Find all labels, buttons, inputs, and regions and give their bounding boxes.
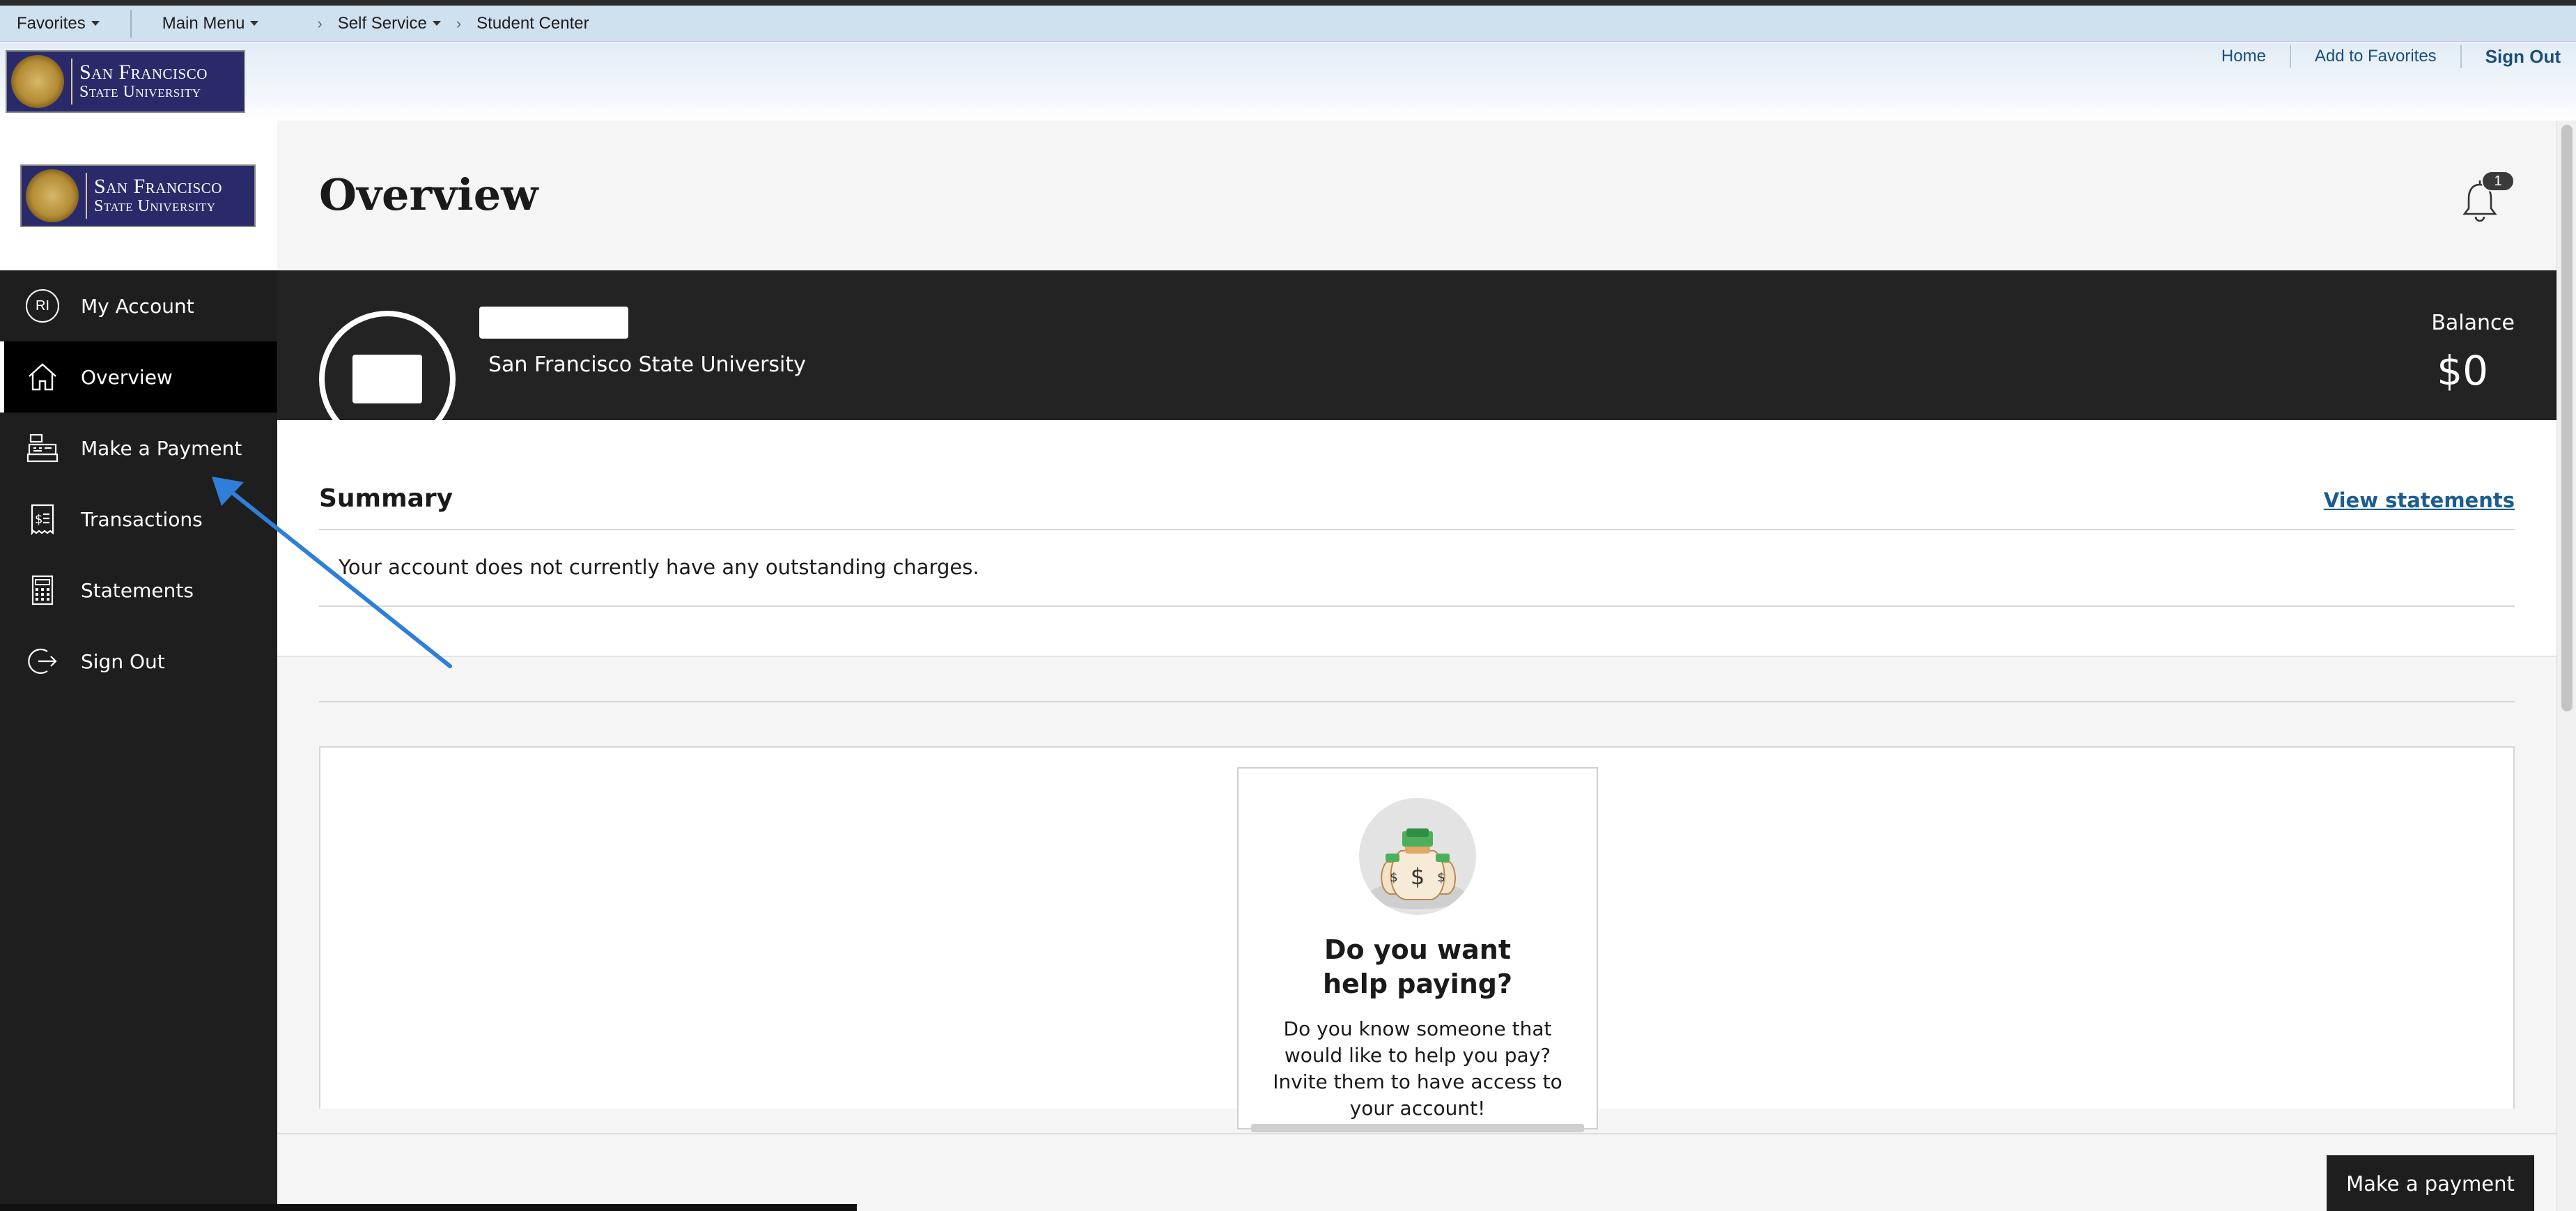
- logo-line-2: State University: [79, 83, 201, 102]
- logo-line-2: State University: [94, 197, 216, 216]
- svg-text:$: $: [1411, 863, 1425, 890]
- make-a-payment-button[interactable]: Make a payment: [2327, 1155, 2534, 1211]
- header-links: Home Add to Favorites Sign Out: [2198, 45, 2562, 68]
- notifications-button[interactable]: 1: [2459, 171, 2515, 226]
- sidebar-item-label: Sign Out: [81, 649, 165, 673]
- chevron-down-icon: [91, 21, 100, 26]
- redacted-account-name: [479, 307, 628, 339]
- institution-name: San Francisco State University: [488, 353, 806, 377]
- sidebar-university-logo: San Francisco State University: [20, 164, 256, 227]
- help-paying-card: $ $ $ Do you want help paying? Do you kn…: [1237, 767, 1598, 1132]
- summary-message: Your account does not currently have any…: [339, 555, 979, 579]
- sidebar-item-label: Transactions: [81, 507, 203, 531]
- help-title-line-2: help paying?: [1322, 968, 1513, 999]
- svg-text:$: $: [1437, 870, 1445, 885]
- nav-divider: [130, 9, 132, 38]
- notification-count-badge: 1: [2481, 171, 2515, 192]
- vertical-scrollbar[interactable]: [2556, 121, 2576, 1211]
- divider: [319, 529, 2515, 530]
- sign-out-link[interactable]: Sign Out: [2462, 45, 2562, 68]
- breadcrumb-label: Student Center: [476, 13, 589, 33]
- breadcrumb-student-center[interactable]: Student Center: [471, 6, 594, 41]
- help-card-title: Do you want help paying?: [1239, 933, 1597, 1001]
- breadcrumb-label: Self Service: [337, 13, 427, 33]
- sidebar-item-label: Make a Payment: [81, 436, 242, 460]
- money-bags-icon: $ $ $: [1359, 798, 1476, 915]
- breadcrumb-self-service[interactable]: Self Service: [332, 6, 447, 41]
- page-title: Overview: [319, 169, 538, 220]
- account-header: San Francisco State University Balance $…: [277, 270, 2556, 447]
- sidebar-item-make-a-payment[interactable]: Make a Payment: [0, 412, 277, 484]
- logo-divider: [71, 59, 72, 105]
- main-menu[interactable]: Main Menu: [146, 6, 276, 41]
- summary-section: Summary View statements Your account doe…: [277, 420, 2556, 657]
- sidebar-item-label: My Account: [81, 294, 194, 318]
- breadcrumb-separator-icon: ›: [456, 14, 462, 32]
- logo-line-1: San Francisco: [79, 60, 208, 84]
- footer-bar: Make a payment: [277, 1133, 2556, 1211]
- svg-text:$: $: [35, 512, 42, 527]
- sidebar-item-overview[interactable]: Overview: [0, 341, 277, 412]
- avatar-initials: RI: [26, 289, 59, 323]
- university-seal-icon: [26, 169, 79, 222]
- receipt-icon: $: [25, 502, 60, 537]
- sidebar-item-my-account[interactable]: RI My Account: [0, 270, 277, 341]
- portal-header: [0, 43, 2576, 121]
- sidebar-logo-area: San Francisco State University: [0, 121, 277, 270]
- favorites-menu[interactable]: Favorites: [0, 6, 116, 41]
- authorized-payer-panel: $ $ $ Do you want help paying? Do you kn…: [319, 746, 2515, 1132]
- balance-label: Balance: [2431, 311, 2515, 335]
- redacted-avatar-content: [352, 355, 422, 403]
- summary-title: Summary: [319, 484, 453, 513]
- sidebar-item-statements[interactable]: Statements: [0, 555, 277, 626]
- university-seal-icon: [11, 55, 64, 108]
- sign-out-icon: [25, 644, 60, 679]
- main-content: Overview 1 San Francisco State Universit…: [277, 121, 2556, 1211]
- sidebar-item-label: Statements: [81, 578, 194, 602]
- help-card-text: Do you know someone that would like to h…: [1273, 1017, 1562, 1120]
- svg-text:$: $: [1390, 870, 1397, 885]
- balance-value: $0: [2437, 347, 2488, 394]
- divider: [319, 606, 2515, 607]
- cash-register-icon: [25, 431, 60, 465]
- chevron-down-icon: [432, 21, 441, 26]
- logo-wordmark: San Francisco State University: [79, 61, 208, 102]
- window-top-strip: [0, 0, 2576, 6]
- chevron-down-icon: [250, 21, 259, 26]
- main-menu-label: Main Menu: [162, 13, 245, 33]
- help-title-line-1: Do you want: [1324, 934, 1511, 965]
- university-logo[interactable]: San Francisco State University: [6, 50, 245, 113]
- home-link[interactable]: Home: [2198, 45, 2291, 68]
- bottom-overlay-strip: [0, 1204, 857, 1211]
- sidebar-item-label: Overview: [81, 365, 173, 389]
- sidebar-item-transactions[interactable]: $ Transactions: [0, 484, 277, 555]
- view-statements-link[interactable]: View statements: [2324, 488, 2515, 512]
- sidebar: San Francisco State University RI My Acc…: [0, 121, 277, 1211]
- logo-line-1: San Francisco: [94, 174, 222, 198]
- logo-divider: [86, 173, 87, 219]
- sidebar-item-sign-out[interactable]: Sign Out: [0, 626, 277, 697]
- scrollbar-thumb[interactable]: [2561, 125, 2573, 711]
- home-icon: [25, 360, 60, 394]
- portal-nav-bar: Favorites Main Menu › Self Service › Stu…: [0, 6, 2576, 42]
- logo-wordmark: San Francisco State University: [94, 174, 222, 216]
- favorites-label: Favorites: [17, 13, 86, 33]
- add-to-favorites-link[interactable]: Add to Favorites: [2291, 45, 2462, 68]
- calculator-icon: [25, 573, 60, 608]
- avatar-icon: RI: [25, 288, 60, 323]
- breadcrumb-separator-icon: ›: [317, 14, 323, 32]
- invite-button[interactable]: [1251, 1124, 1584, 1132]
- divider: [319, 701, 2515, 702]
